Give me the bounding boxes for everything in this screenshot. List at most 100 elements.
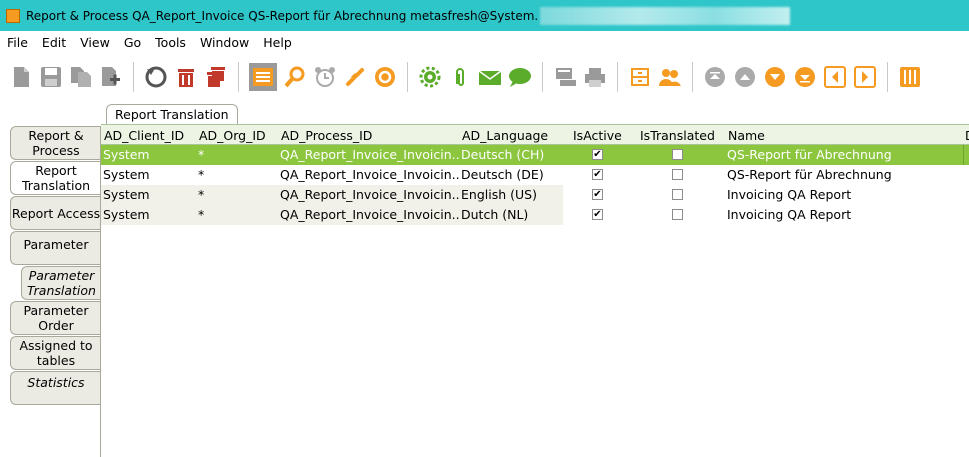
window-title: Report & Process QA_Report_Invoice QS-Re… — [26, 8, 539, 23]
tab-assigned-to-tables[interactable]: Assigned to tables — [10, 336, 101, 370]
isactive-checkbox[interactable]: ✔ — [592, 169, 603, 180]
cell-client[interactable]: System — [103, 187, 195, 202]
cell-org[interactable]: * — [198, 147, 278, 162]
last-record-icon[interactable] — [793, 65, 817, 89]
tab-report-process[interactable]: Report & Process — [10, 126, 101, 160]
parent-record-icon[interactable] — [823, 65, 847, 89]
cell-language[interactable]: Deutsch (CH) — [461, 147, 565, 162]
save-icon[interactable] — [39, 65, 63, 89]
title-bar: Report & Process QA_Report_Invoice QS-Re… — [0, 0, 969, 31]
istranslated-checkbox[interactable] — [672, 149, 683, 160]
refresh-icon[interactable] — [373, 65, 397, 89]
table-row[interactable]: System * QA_Report_Invoice_Invoicin... D… — [101, 205, 563, 225]
chat-icon[interactable] — [508, 65, 532, 89]
cell-language[interactable]: English (US) — [461, 187, 565, 202]
tab-parameter[interactable]: Parameter — [10, 231, 101, 265]
first-record-icon[interactable] — [703, 65, 727, 89]
settings-sliders-icon[interactable] — [898, 65, 922, 89]
column-divider — [963, 145, 964, 165]
report-icon[interactable] — [553, 65, 577, 89]
cell-name[interactable]: Invoicing QA Report — [727, 187, 961, 202]
delete-selection-icon[interactable] — [204, 65, 228, 89]
cell-org[interactable]: * — [198, 187, 278, 202]
grid-header: AD_Client_ID AD_Org_ID AD_Process_ID AD_… — [101, 124, 969, 145]
new-record-icon[interactable] — [9, 65, 33, 89]
column-header-ad-language[interactable]: AD_Language — [462, 128, 548, 143]
column-header-isactive[interactable]: IsActive — [573, 128, 622, 143]
column-header-ad-client-id[interactable]: AD_Client_ID — [104, 128, 184, 143]
link-icon[interactable] — [343, 65, 367, 89]
copy-record-icon[interactable] — [69, 65, 93, 89]
cell-org[interactable]: * — [198, 207, 278, 222]
email-icon[interactable] — [478, 65, 502, 89]
users-icon[interactable] — [658, 65, 682, 89]
table-row-tail[interactable]: ✔ Invoicing QA Report — [563, 185, 969, 205]
menu-view[interactable]: View — [73, 35, 117, 50]
previous-record-icon[interactable] — [733, 65, 757, 89]
redacted-area — [540, 6, 791, 25]
table-row[interactable]: System * QA_Report_Invoice_Invoicin... D… — [101, 165, 969, 185]
toolbar-separator — [542, 62, 543, 92]
tab-parameter-order[interactable]: Parameter Order — [10, 301, 101, 335]
cell-process[interactable]: QA_Report_Invoice_Invoicin... — [280, 207, 460, 222]
menu-tools[interactable]: Tools — [148, 35, 193, 50]
column-header-ad-process-id[interactable]: AD_Process_ID — [281, 128, 372, 143]
next-record-icon[interactable] — [763, 65, 787, 89]
process-gear-icon[interactable] — [418, 65, 442, 89]
detail-record-icon[interactable] — [853, 65, 877, 89]
column-header-ad-org-id[interactable]: AD_Org_ID — [199, 128, 266, 143]
toolbar-separator — [238, 62, 239, 92]
cell-client[interactable]: System — [103, 167, 195, 182]
undo-icon[interactable] — [144, 65, 168, 89]
cell-client[interactable]: System — [103, 207, 195, 222]
menu-go[interactable]: Go — [117, 35, 148, 50]
table-row[interactable]: System * QA_Report_Invoice_Invoicin... D… — [101, 145, 969, 165]
grid-toggle-icon[interactable] — [249, 63, 277, 91]
tab-report-translation[interactable]: Report Translation — [10, 161, 101, 195]
delete-icon[interactable] — [174, 65, 198, 89]
tab-report-access[interactable]: Report Access — [10, 196, 101, 230]
toolbar-separator — [692, 62, 693, 92]
menu-file[interactable]: File — [0, 35, 35, 50]
toolbar-separator — [887, 62, 888, 92]
tab-parameter-translation[interactable]: Parameter Translation — [21, 266, 101, 300]
isactive-checkbox[interactable]: ✔ — [592, 209, 603, 220]
toolbar-separator — [617, 62, 618, 92]
tab-report-translation-header[interactable]: Report Translation — [106, 104, 238, 125]
istranslated-checkbox[interactable] — [672, 169, 683, 180]
cell-process[interactable]: QA_Report_Invoice_Invoicin... — [280, 187, 460, 202]
cell-name[interactable]: Invoicing QA Report — [727, 207, 961, 222]
attachment-icon[interactable] — [448, 65, 472, 89]
table-row-tail[interactable]: ✔ Invoicing QA Report — [563, 205, 969, 225]
tab-statistics[interactable]: Statistics — [10, 371, 101, 405]
isactive-checkbox[interactable]: ✔ — [592, 189, 603, 200]
cell-client[interactable]: System — [103, 147, 195, 162]
cell-language[interactable]: Deutsch (DE) — [461, 167, 565, 182]
istranslated-checkbox[interactable] — [672, 189, 683, 200]
reminder-clock-icon[interactable] — [313, 65, 337, 89]
find-icon[interactable] — [283, 65, 307, 89]
cell-process[interactable]: QA_Report_Invoice_Invoicin... — [280, 167, 460, 182]
column-header-name[interactable]: Name — [728, 128, 765, 143]
toolbar-separator — [407, 62, 408, 92]
menu-edit[interactable]: Edit — [35, 35, 73, 50]
isactive-checkbox[interactable]: ✔ — [592, 149, 603, 160]
column-header-description[interactable]: D — [965, 128, 969, 143]
toolbar — [0, 53, 969, 101]
toolbar-separator — [133, 62, 134, 92]
archive-icon[interactable] — [628, 65, 652, 89]
table-row[interactable]: System * QA_Report_Invoice_Invoicin... E… — [101, 185, 563, 205]
copy-details-icon[interactable] — [99, 65, 123, 89]
column-header-istranslated[interactable]: IsTranslated — [640, 128, 715, 143]
cell-language[interactable]: Dutch (NL) — [461, 207, 565, 222]
cell-org[interactable]: * — [198, 167, 278, 182]
menu-window[interactable]: Window — [193, 35, 256, 50]
cell-name[interactable]: QS-Report für Abrechnung — [727, 167, 961, 182]
cell-process[interactable]: QA_Report_Invoice_Invoicin... — [280, 147, 460, 162]
istranslated-checkbox[interactable] — [672, 209, 683, 220]
app-icon — [6, 8, 20, 23]
menu-bar: File Edit View Go Tools Window Help — [0, 31, 969, 53]
print-icon[interactable] — [583, 65, 607, 89]
cell-name[interactable]: QS-Report für Abrechnung — [727, 147, 961, 162]
menu-help[interactable]: Help — [256, 35, 299, 50]
